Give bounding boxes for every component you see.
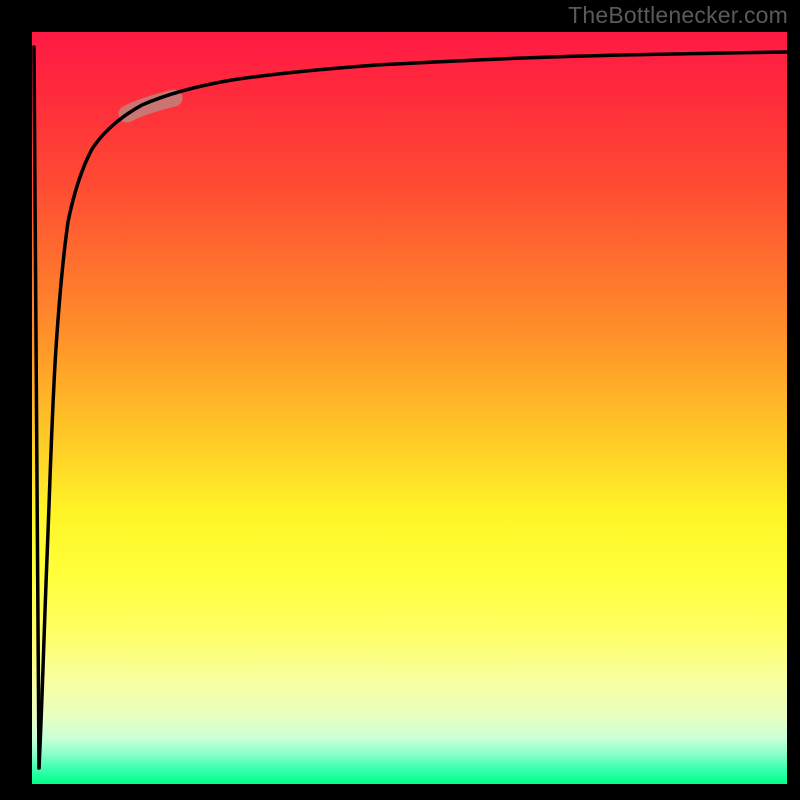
- plot-area: [32, 32, 787, 784]
- chart-frame: TheBottlenecker.com: [0, 0, 800, 800]
- curve-initial-drop: [34, 47, 39, 768]
- curve-main: [39, 52, 787, 768]
- curve-overlay: [32, 32, 787, 784]
- watermark-text: TheBottlenecker.com: [568, 2, 788, 29]
